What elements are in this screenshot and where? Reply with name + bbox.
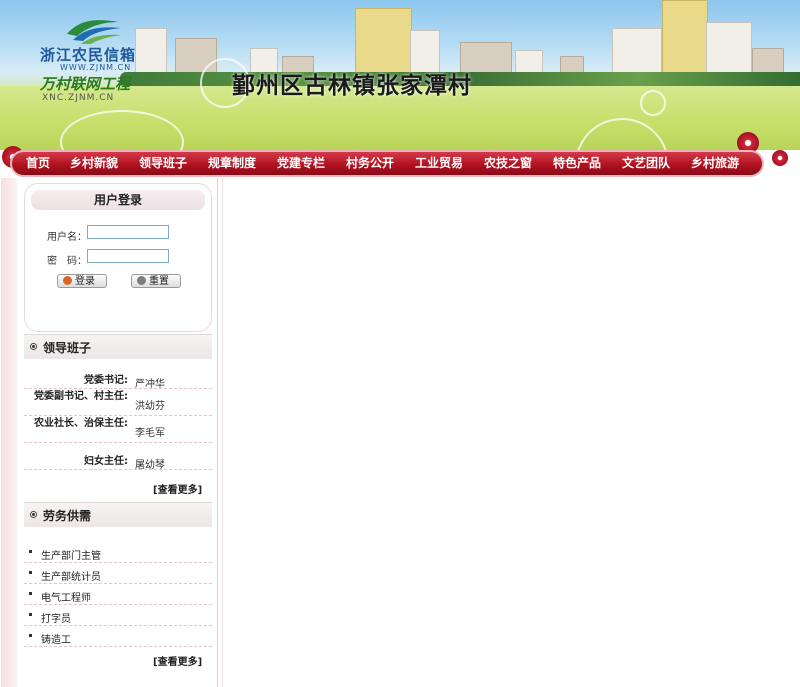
square-bullet-icon — [29, 613, 32, 616]
leader-row: 农业社长、治保主任: 李毛军 — [24, 416, 212, 443]
leader-name: 洪幼芬 — [135, 401, 165, 412]
leader-row: 妇女主任: 屠幼琴 — [24, 454, 212, 471]
reset-button-label: 重置 — [149, 276, 169, 287]
username-label: 用户名： — [47, 232, 87, 243]
list-item[interactable]: 生产部统计员 — [24, 563, 212, 584]
leader-role: 党委副书记、村主任: — [34, 391, 128, 402]
decorative-circle — [640, 90, 666, 116]
job-title: 电气工程师 — [41, 593, 91, 604]
leadership-title: 领导班子 — [43, 341, 92, 355]
key-icon — [63, 276, 72, 285]
labor-title: 劳务供需 — [43, 509, 92, 523]
username-input[interactable] — [87, 225, 169, 239]
building-image — [662, 0, 708, 80]
login-title: 用户登录 — [31, 190, 205, 210]
logo-text-line1: 浙江农民信箱 — [40, 46, 137, 64]
password-label: 密 码： — [47, 256, 87, 267]
job-title: 生产部门主管 — [41, 551, 101, 562]
square-bullet-icon — [29, 592, 32, 595]
leader-row: 党委副书记、村主任: 洪幼芬 — [24, 389, 212, 416]
site-title: 鄞州区古林镇张家潭村 — [232, 73, 472, 99]
main-nav: 首页 乡村新貌 领导班子 规章制度 党建专栏 村务公开 工业贸易 农技之窗 特色… — [10, 150, 764, 177]
square-bullet-icon — [29, 550, 32, 553]
square-bullet-icon — [29, 571, 32, 574]
nav-item-arts[interactable]: 文艺团队 — [622, 154, 670, 171]
nav-item-party[interactable]: 党建专栏 — [277, 154, 325, 171]
nav-item-leadership[interactable]: 领导班子 — [139, 154, 187, 171]
job-title: 生产部统计员 — [41, 572, 101, 583]
login-button[interactable]: 登录 — [57, 274, 107, 288]
nav-item-affairs[interactable]: 村务公开 — [346, 154, 394, 171]
header-banner: 浙江农民信箱 WWW.ZJNM.CN 万村联网工程 XNC.ZJNM.CN 鄞州… — [0, 0, 800, 150]
sidebar: 用户登录 用户名： 密 码： 登录 重置 领导班子 党委书记: 严冲华 党委副书… — [1, 178, 218, 687]
leader-role: 农业社长、治保主任: — [34, 418, 128, 429]
leader-name: 严冲华 — [135, 379, 165, 390]
job-title: 打字员 — [41, 614, 71, 625]
login-panel: 用户登录 用户名： 密 码： 登录 重置 — [24, 183, 212, 332]
reset-button[interactable]: 重置 — [131, 274, 181, 288]
nav-item-village-news[interactable]: 乡村新貌 — [70, 154, 118, 171]
nav-item-industry[interactable]: 工业贸易 — [415, 154, 463, 171]
leadership-more-link[interactable]: [查看更多] — [153, 481, 202, 496]
flower-decoration-icon — [772, 150, 788, 166]
list-item[interactable]: 铸造工 — [24, 626, 212, 647]
logo-text-line2: 万村联网工程 — [40, 75, 131, 93]
logo-url-line1: WWW.ZJNM.CN — [60, 63, 132, 72]
logo[interactable]: 浙江农民信箱 WWW.ZJNM.CN 万村联网工程 XNC.ZJNM.CN — [28, 14, 158, 109]
leader-name: 李毛军 — [135, 428, 165, 439]
bullet-icon — [30, 511, 37, 518]
list-item[interactable]: 打字员 — [24, 605, 212, 626]
leader-row: 党委书记: 严冲华 — [24, 373, 212, 390]
nav-item-products[interactable]: 特色产品 — [553, 154, 601, 171]
leader-role: 党委书记: — [84, 375, 128, 386]
job-title: 铸造工 — [41, 635, 71, 646]
nav-item-home[interactable]: 首页 — [26, 154, 50, 171]
password-input[interactable] — [87, 249, 169, 263]
reset-icon — [137, 276, 146, 285]
square-bullet-icon — [29, 634, 32, 637]
leadership-section-header: 领导班子 — [24, 334, 212, 359]
leader-role: 妇女主任: — [84, 456, 128, 467]
nav-item-regulations[interactable]: 规章制度 — [208, 154, 256, 171]
main-content — [222, 178, 800, 687]
login-button-label: 登录 — [75, 276, 95, 287]
list-item[interactable]: 电气工程师 — [24, 584, 212, 605]
labor-section-header: 劳务供需 — [24, 502, 212, 527]
nav-item-agritech[interactable]: 农技之窗 — [484, 154, 532, 171]
logo-wave-icon — [67, 20, 121, 44]
labor-more-link[interactable]: [查看更多] — [153, 653, 202, 668]
bullet-icon — [30, 343, 37, 350]
nav-item-tourism[interactable]: 乡村旅游 — [691, 154, 739, 171]
leader-name: 屠幼琴 — [135, 460, 165, 471]
list-item[interactable]: 生产部门主管 — [24, 542, 212, 563]
logo-url-line2: XNC.ZJNM.CN — [42, 93, 115, 103]
